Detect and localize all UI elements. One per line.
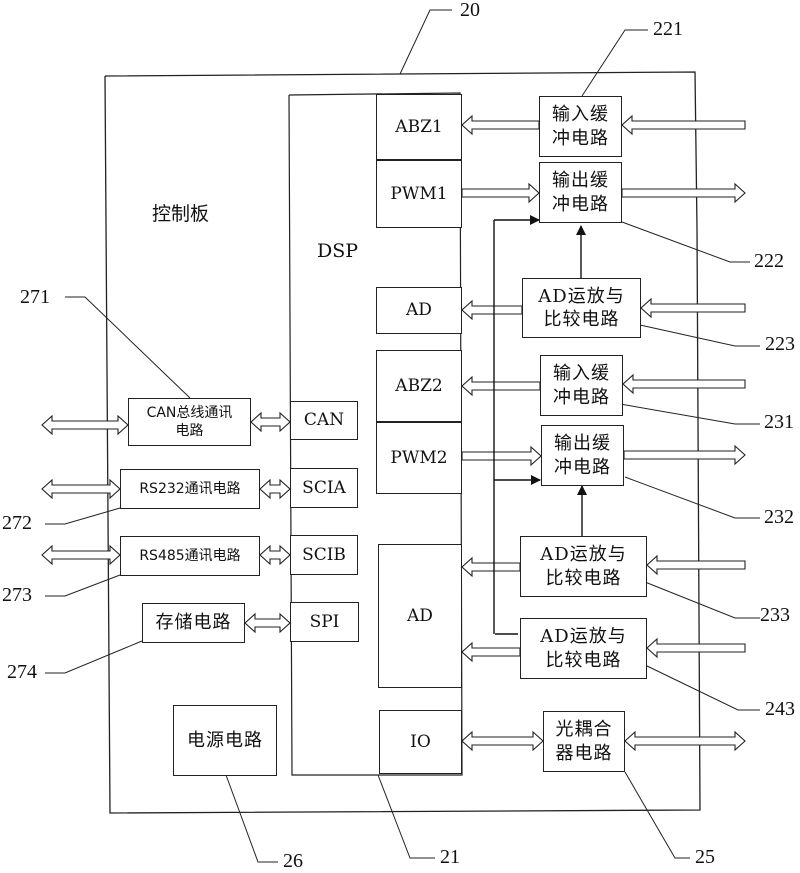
leader-271	[65, 296, 191, 399]
storage-circuit: 存储电路	[142, 603, 245, 643]
ref-label-26: 26	[283, 850, 303, 872]
ad-opamp-circuit-1: AD运放与 比较电路	[522, 278, 641, 338]
ad-opamp-circuit-2: AD运放与 比较电路	[520, 536, 647, 597]
optocoupler-circuit: 光耦合 器电路	[543, 711, 625, 772]
dsp-port-scib: SCIB	[290, 535, 358, 575]
ref-label-21: 21	[440, 846, 460, 868]
dsp-port-scia: SCIA	[290, 468, 358, 508]
leader-222	[621, 221, 750, 263]
arrow-storage-spi	[244, 612, 291, 634]
ref-label-243: 243	[765, 698, 795, 720]
input-buffer-circuit-2: 输入缓 冲电路	[540, 355, 623, 416]
arrow-ad-opamp-3-to-ad2	[461, 641, 521, 663]
can-bus-circuit: CAN总线通讯 电路	[128, 398, 251, 446]
ref-label-233: 233	[760, 604, 790, 626]
ref-label-272: 272	[2, 512, 32, 534]
ref-label-273: 273	[2, 584, 32, 606]
leader-20	[399, 9, 452, 75]
output-buffer-circuit-2: 输出缓 冲电路	[541, 425, 624, 486]
arrow-ad-opamp-2-to-ad2	[461, 556, 521, 578]
leader-25	[624, 771, 690, 859]
leader-232	[624, 476, 760, 519]
input-buffer-circuit-1: 输入缓 冲电路	[539, 96, 622, 157]
dsp-port-spi: SPI	[290, 602, 359, 642]
ref-label-222: 222	[754, 250, 784, 272]
dsp-port-abz1: ABZ1	[376, 94, 462, 160]
dsp-port-abz2: ABZ2	[376, 350, 462, 422]
leader-221	[581, 29, 648, 97]
arrow-ext-can-bus	[41, 414, 129, 436]
leader-21	[377, 774, 435, 859]
dsp-port-can: CAN	[290, 401, 358, 440]
arrow-pwm1-to-output-buffer-1	[461, 182, 540, 204]
arrow-ext-to-input-buffer-2	[622, 373, 746, 395]
dsp-port-ad1: AD	[376, 287, 462, 334]
ref-label-20: 20	[460, 0, 480, 21]
rs485-circuit: RS485通讯电路	[120, 536, 260, 576]
dsp-title: DSP	[317, 240, 359, 262]
arrow-ext-to-ad-opamp-3	[646, 637, 746, 659]
arrow-output-buffer-2-to-ext	[623, 444, 746, 466]
arrow-ad-opamp-1-to-ad1	[461, 299, 523, 321]
dsp-port-io: IO	[379, 710, 462, 774]
ref-label-231: 231	[764, 411, 794, 433]
leader-274	[45, 640, 143, 674]
arrow-ext-to-ad-opamp-1	[640, 297, 746, 319]
arrow-io-optocoupler	[461, 730, 544, 752]
dsp-port-pwm1: PWM1	[376, 160, 462, 228]
leader-223	[639, 324, 760, 347]
arrow-rs232-scia	[259, 478, 291, 500]
arrow-input-buffer-2-to-abz2	[461, 375, 541, 397]
ref-label-271: 271	[20, 286, 50, 308]
leader-231	[619, 403, 760, 425]
leader-272	[45, 507, 121, 525]
rs232-circuit: RS232通讯电路	[120, 469, 260, 509]
arrow-optocoupler-ext	[624, 730, 746, 752]
leader-233	[644, 581, 760, 619]
output-buffer-circuit-1: 输出缓 冲电路	[539, 162, 622, 223]
arrow-input-buffer-1-to-abz1	[461, 114, 540, 136]
arrow-rs485-scib	[259, 544, 291, 566]
arrow-output-buffer-1-to-ext	[621, 182, 746, 204]
power-circuit: 电源电路	[173, 705, 277, 776]
arrow-pwm2-to-output-buffer-2	[461, 445, 542, 467]
control-board-title: 控制板	[152, 203, 210, 225]
arrow-can-bus-can	[250, 411, 291, 433]
leader-243	[644, 664, 760, 711]
dsp-port-ad2: AD	[378, 544, 462, 688]
ref-label-25: 25	[695, 846, 715, 868]
arrow-ext-to-input-buffer-1	[621, 114, 746, 136]
dsp-port-pwm2: PWM2	[376, 422, 462, 494]
ref-label-232: 232	[764, 506, 794, 528]
arrow-ext-to-ad-opamp-2	[646, 554, 746, 576]
ref-label-223: 223	[765, 333, 795, 355]
leader-26	[225, 774, 278, 863]
ref-label-274: 274	[7, 661, 37, 683]
ad-opamp-circuit-3: AD运放与 比较电路	[520, 618, 647, 679]
ref-label-221: 221	[653, 18, 683, 40]
